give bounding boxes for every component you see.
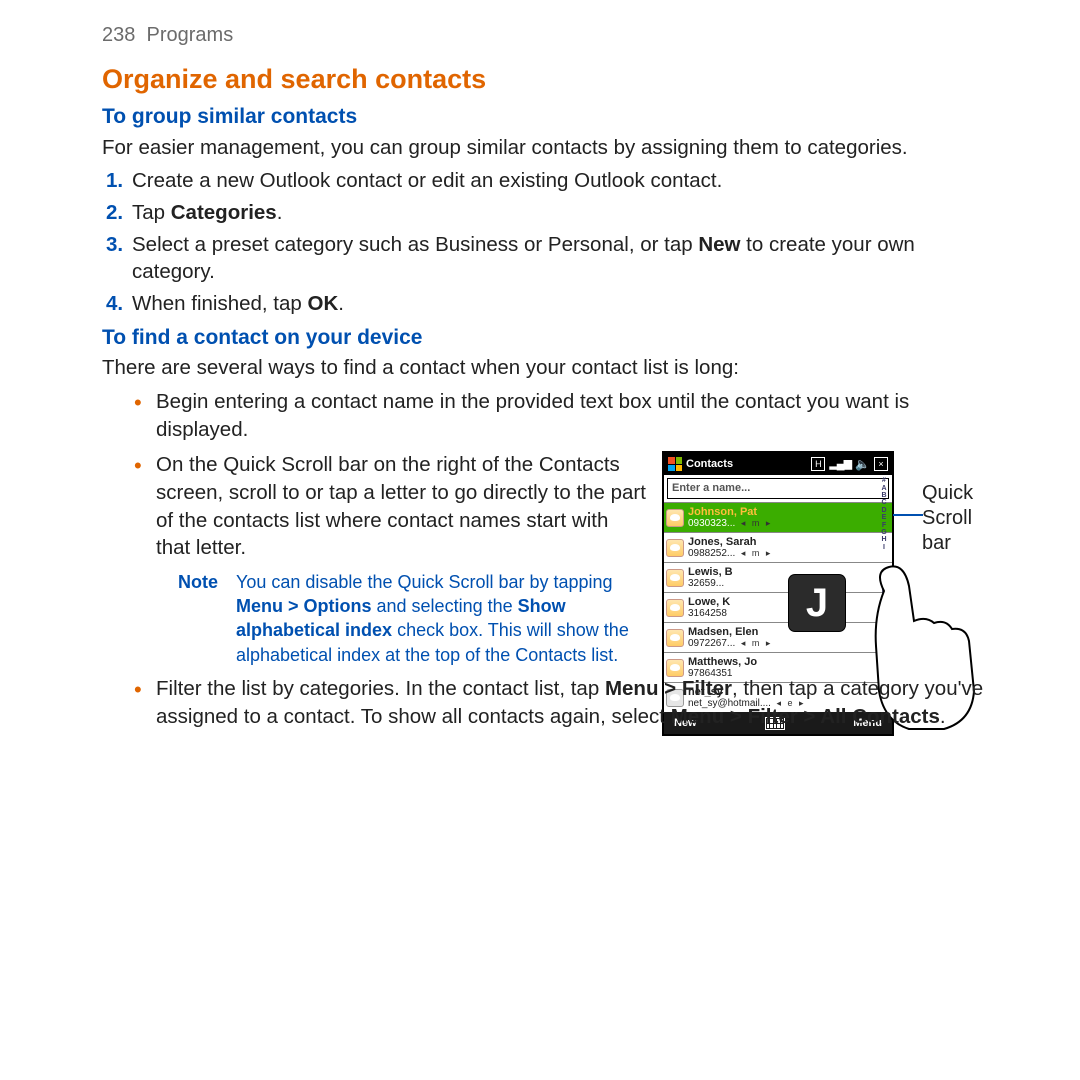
status-h-icon: H — [811, 457, 825, 471]
step-item: 4.When finished, tap OK. — [132, 290, 1002, 318]
page-title: Organize and search contacts — [102, 61, 1002, 97]
search-input[interactable]: Enter a name... — [667, 478, 889, 499]
start-icon[interactable] — [668, 457, 682, 471]
avatar-icon — [666, 599, 684, 617]
steps-list: 1.Create a new Outlook contact or edit a… — [102, 167, 1002, 317]
contact-row[interactable]: Johnson, Pat0930323... ◂ m ▸ — [664, 502, 892, 532]
step-item: 2.Tap Categories. — [132, 199, 1002, 227]
avatar-icon — [666, 569, 684, 587]
avatar-icon — [666, 659, 684, 677]
titlebar[interactable]: Contacts H ▂▄▆ 🔈 × — [664, 453, 892, 475]
avatar-icon — [666, 539, 684, 557]
signal-icon: ▂▄▆ — [829, 457, 851, 472]
step-item: 3.Select a preset category such as Busin… — [132, 231, 1002, 286]
contact-row[interactable]: Jones, Sarah0988252... ◂ m ▸ — [664, 532, 892, 562]
step-item: 1.Create a new Outlook contact or edit a… — [132, 167, 1002, 195]
avatar-icon — [666, 629, 684, 647]
avatar-icon — [666, 509, 684, 527]
subheading-group: To group similar contacts — [102, 103, 1002, 131]
callout-line — [893, 514, 923, 516]
page-number: 238 — [102, 24, 135, 46]
paragraph: For easier management, you can group sim… — [102, 134, 1002, 162]
bullets-list: Begin entering a contact name in the pro… — [102, 388, 1002, 731]
bullet-item: Begin entering a contact name in the pro… — [156, 388, 1002, 443]
callout-label: QuickScrollbar — [922, 481, 973, 556]
speaker-icon: 🔈 — [855, 456, 870, 472]
note-label: Note — [178, 570, 218, 594]
paragraph: There are several ways to find a contact… — [102, 354, 1002, 382]
bullet-item: Filter the list by categories. In the co… — [156, 675, 1002, 730]
page-header: 238 Programs — [102, 22, 1002, 49]
titlebar-text: Contacts — [686, 457, 733, 472]
letter-popup: J — [789, 575, 845, 631]
close-icon[interactable]: × — [874, 457, 888, 471]
subheading-find: To find a contact on your device — [102, 324, 1002, 352]
bullet-item: On the Quick Scroll bar on the right of … — [156, 451, 1002, 667]
section-name: Programs — [147, 24, 234, 46]
note-block: Note You can disable the Quick Scroll ba… — [156, 570, 646, 667]
